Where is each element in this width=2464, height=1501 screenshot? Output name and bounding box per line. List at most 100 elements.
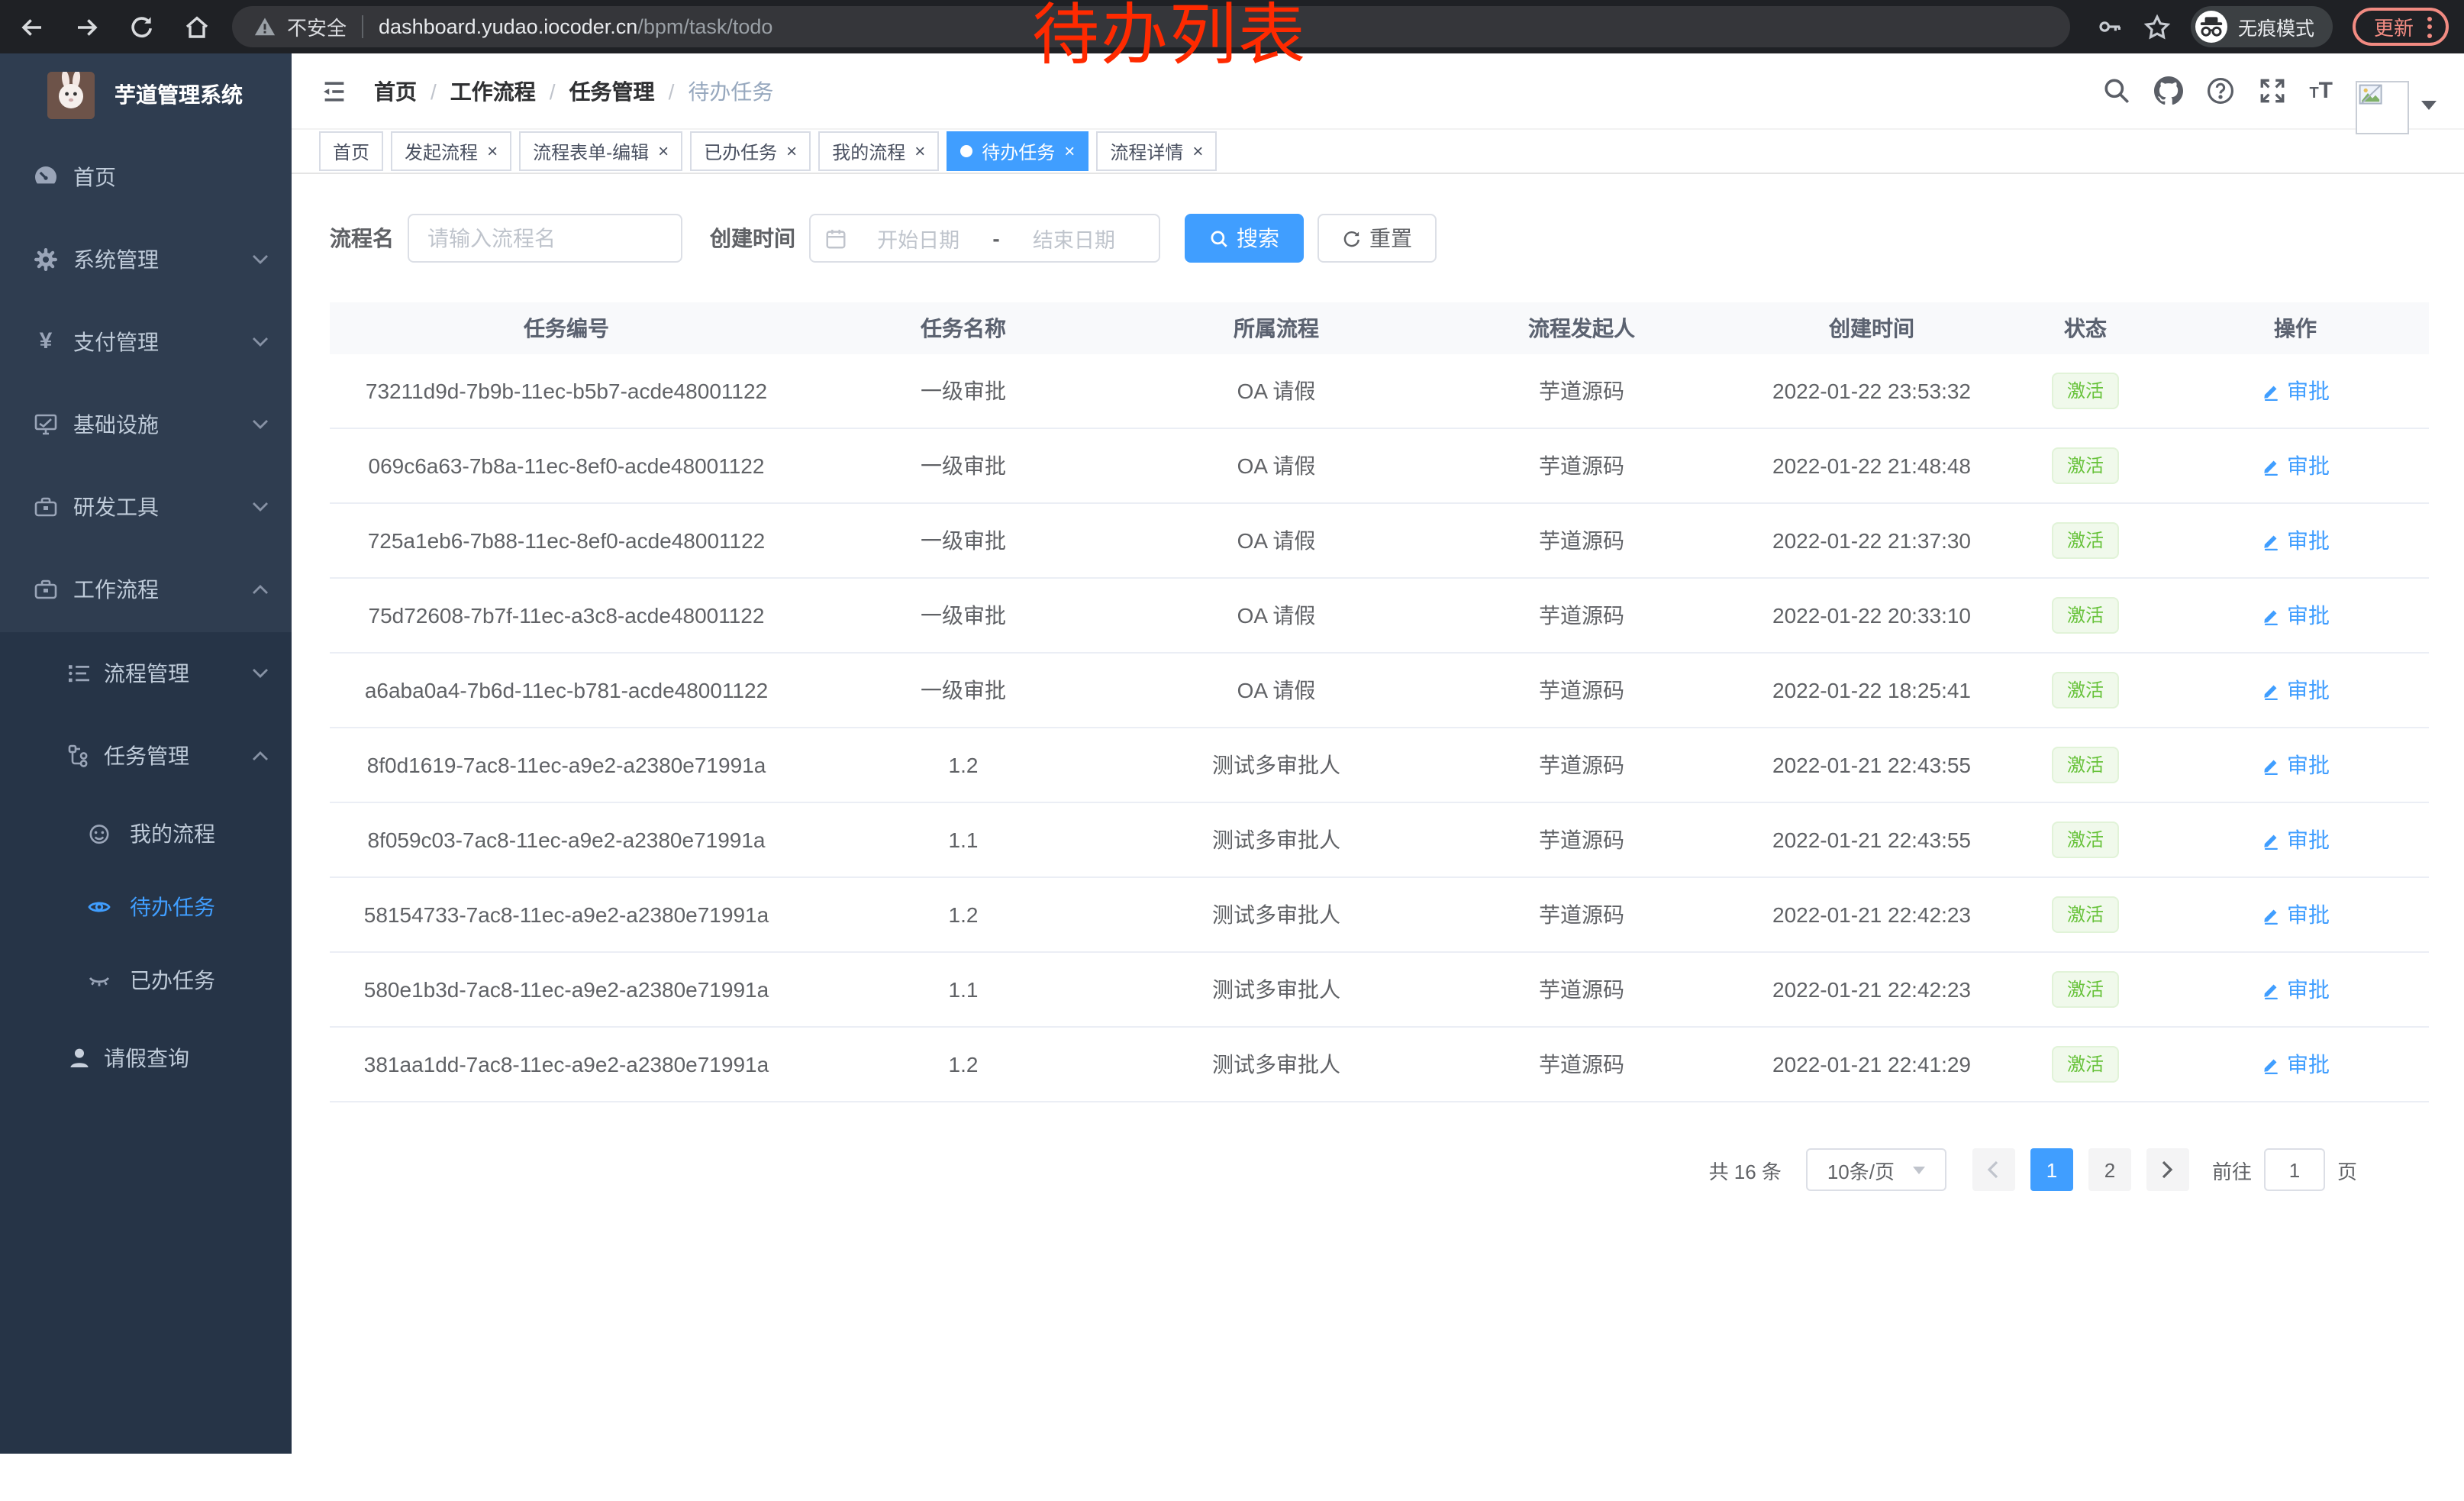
github-icon[interactable] — [2153, 76, 2182, 105]
next-page-button[interactable] — [2146, 1148, 2189, 1191]
sidebar-item-task-mgmt[interactable]: 任务管理 — [0, 715, 292, 797]
sidebar-item-leave-query[interactable]: 请假查询 — [0, 1017, 292, 1099]
home-icon[interactable] — [183, 13, 211, 40]
update-label: 更新 — [2374, 12, 2414, 41]
close-icon[interactable]: × — [1192, 142, 1203, 160]
sidebar-item-infrastructure[interactable]: 基础设施 — [0, 383, 292, 466]
sidebar-item-payment[interactable]: ¥ 支付管理 — [0, 301, 292, 383]
tab-start-process[interactable]: 发起流程× — [391, 131, 511, 171]
address-bar[interactable]: 不安全 dashboard.yudao.iocoder.cn/bpm/task/… — [232, 6, 2070, 47]
chevron-down-icon — [1913, 1166, 1925, 1173]
reset-button[interactable]: 重置 — [1317, 214, 1437, 263]
cell-task-name: 一级审批 — [803, 675, 1124, 705]
page-size-select[interactable]: 10条/页 — [1806, 1148, 1946, 1191]
approve-link[interactable]: 审批 — [2261, 376, 2330, 406]
key-icon[interactable] — [2098, 14, 2124, 40]
tab-my-process[interactable]: 我的流程× — [818, 131, 939, 171]
star-icon[interactable] — [2143, 13, 2171, 40]
sidebar-item-done-task[interactable]: 已办任务 — [0, 944, 292, 1017]
sidebar-item-my-process[interactable]: 我的流程 — [0, 797, 292, 870]
cell-status: 激活 — [2009, 821, 2162, 859]
approve-link[interactable]: 审批 — [2261, 974, 2330, 1005]
cell-task-name: 1.2 — [803, 902, 1124, 927]
update-button[interactable]: 更新 — [2353, 8, 2449, 46]
cell-starter: 芋道源码 — [1429, 1049, 1734, 1080]
cell-task-name: 一级审批 — [803, 376, 1124, 406]
tab-label: 流程详情 — [1110, 138, 1183, 164]
close-icon[interactable]: × — [487, 142, 498, 160]
tab-todo-task[interactable]: 待办任务× — [947, 131, 1088, 171]
goto-page-input[interactable] — [2264, 1148, 2325, 1191]
yen-icon: ¥ — [34, 330, 58, 354]
warning-icon — [253, 15, 276, 38]
table-header: 任务编号 任务名称 所属流程 流程发起人 创建时间 状态 操作 — [330, 302, 2429, 354]
more-dots-icon[interactable] — [2427, 16, 2432, 37]
tab-form-edit[interactable]: 流程表单-编辑× — [519, 131, 682, 171]
approve-link[interactable]: 审批 — [2261, 899, 2330, 930]
approve-link[interactable]: 审批 — [2261, 450, 2330, 481]
sidebar-item-dev-tools[interactable]: 研发工具 — [0, 466, 292, 548]
close-icon[interactable]: × — [786, 142, 797, 160]
sidebar-item-workflow[interactable]: 工作流程 — [0, 548, 292, 631]
help-icon[interactable] — [2205, 76, 2234, 105]
sidebar-item-label: 我的流程 — [130, 818, 215, 849]
col-task-id: 任务编号 — [330, 313, 803, 344]
edit-icon — [2261, 980, 2281, 999]
approve-link[interactable]: 审批 — [2261, 525, 2330, 556]
app-logo-row[interactable]: 芋道管理系统 — [0, 53, 292, 136]
tab-home[interactable]: 首页 — [319, 131, 383, 171]
page-button-1[interactable]: 1 — [2030, 1148, 2073, 1191]
sidebar-item-todo-task[interactable]: 待办任务 — [0, 870, 292, 944]
cell-create-time: 2022-01-22 18:25:41 — [1734, 678, 2009, 702]
cell-task-id: 069c6a63-7b8a-11ec-8ef0-acde48001122 — [330, 454, 803, 478]
close-icon[interactable]: × — [658, 142, 669, 160]
tab-process-detail[interactable]: 流程详情 × — [1096, 131, 1217, 171]
back-icon[interactable] — [18, 13, 46, 40]
status-badge: 激活 — [2052, 372, 2119, 410]
edit-icon — [2261, 680, 2281, 700]
search-icon[interactable] — [2101, 76, 2130, 105]
reload-icon[interactable] — [128, 13, 156, 40]
monitor-icon — [34, 412, 58, 437]
approve-link[interactable]: 审批 — [2261, 825, 2330, 855]
approve-label: 审批 — [2287, 450, 2330, 481]
sidebar-item-label: 支付管理 — [73, 327, 159, 357]
sidebar-item-home[interactable]: 首页 — [0, 136, 292, 218]
cell-task-name: 1.1 — [803, 977, 1124, 1002]
breadcrumb-item[interactable]: 首页 — [374, 76, 417, 106]
eye-closed-icon — [87, 968, 111, 993]
avatar-caret-icon[interactable] — [2421, 101, 2437, 110]
fullscreen-icon[interactable] — [2257, 76, 2286, 105]
approve-link[interactable]: 审批 — [2261, 675, 2330, 705]
close-icon[interactable]: × — [1064, 142, 1075, 160]
edit-icon — [2261, 905, 2281, 925]
breadcrumb-item[interactable]: 工作流程 — [450, 76, 536, 106]
cell-process-name: 测试多审批人 — [1124, 1049, 1429, 1080]
breadcrumb-separator: / — [550, 79, 556, 103]
page-button-2[interactable]: 2 — [2088, 1148, 2131, 1191]
tab-done-task[interactable]: 已办任务× — [690, 131, 811, 171]
sidebar-item-system[interactable]: 系统管理 — [0, 218, 292, 301]
font-size-icon[interactable]: TT — [2309, 76, 2333, 105]
edit-icon — [2261, 1054, 2281, 1074]
breadcrumb-item[interactable]: 任务管理 — [569, 76, 655, 106]
cell-status: 激活 — [2009, 596, 2162, 634]
cell-create-time: 2022-01-21 22:42:23 — [1734, 977, 2009, 1002]
cell-task-name: 1.2 — [803, 1052, 1124, 1077]
sidebar-item-process-mgmt[interactable]: 流程管理 — [0, 632, 292, 715]
workflow-submenu: 流程管理 任务管理 我的流程 待办任务 已办 — [0, 632, 292, 1099]
date-range-input[interactable]: 开始日期 - 结束日期 — [809, 214, 1160, 263]
prev-page-button[interactable] — [1972, 1148, 2015, 1191]
edit-icon — [2261, 381, 2281, 401]
security-label[interactable]: 不安全 — [287, 12, 347, 41]
approve-link[interactable]: 审批 — [2261, 750, 2330, 780]
search-button[interactable]: 搜索 — [1185, 214, 1304, 263]
forward-icon[interactable] — [73, 13, 101, 40]
range-separator: - — [989, 226, 1002, 250]
approve-link[interactable]: 审批 — [2261, 1049, 2330, 1080]
approve-link[interactable]: 审批 — [2261, 600, 2330, 631]
hamburger-icon[interactable] — [321, 77, 348, 105]
close-icon[interactable]: × — [914, 142, 925, 160]
avatar[interactable] — [2356, 81, 2409, 134]
process-name-input[interactable] — [408, 214, 682, 263]
